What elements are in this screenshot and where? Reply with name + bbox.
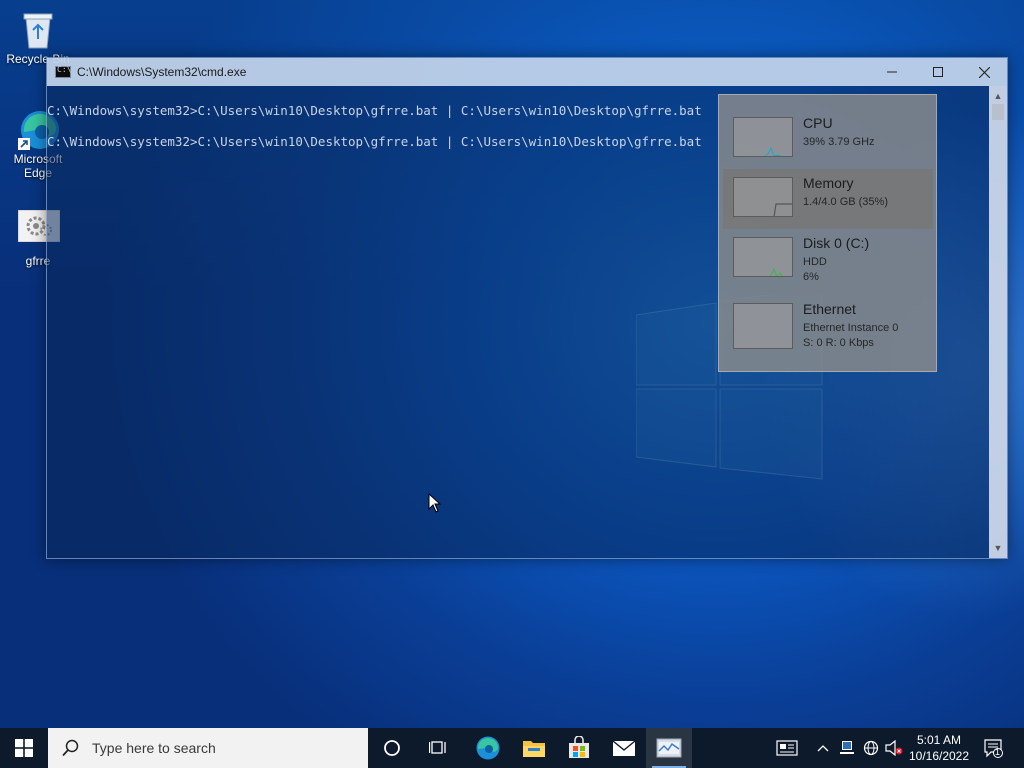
mouse-cursor-icon [428, 493, 442, 513]
perf-item-name: Disk 0 (C:) [803, 235, 870, 251]
network-icon [840, 741, 854, 754]
perf-item-detail: HDD [803, 256, 827, 268]
task-manager-icon [656, 738, 682, 758]
cmd-app-icon: C:\ [55, 65, 71, 78]
recycle-bin-icon [18, 8, 58, 49]
taskbar-search-box[interactable]: Type here to search [48, 728, 368, 768]
taskbar-task-manager-button[interactable] [646, 728, 692, 768]
cpu-graph [733, 117, 793, 157]
clock-date: 10/16/2022 [908, 749, 970, 763]
tray-language-button[interactable] [860, 728, 882, 768]
perf-item-name: Ethernet [803, 301, 856, 317]
language-icon [863, 740, 879, 756]
performance-panel: CPU 39% 3.79 GHz Memory 1.4/4.0 GB (35%)… [718, 94, 937, 372]
perf-item-name: CPU [803, 115, 833, 131]
ethernet-graph [733, 303, 793, 349]
perf-item-cpu[interactable]: CPU 39% 3.79 GHz [723, 109, 933, 169]
scroll-down-arrow-icon[interactable]: ▼ [989, 540, 1007, 556]
taskbar-mail-button[interactable] [601, 728, 647, 768]
perf-item-detail: 6% [803, 271, 819, 283]
perf-item-detail: S: 0 R: 0 Kbps [803, 337, 874, 349]
minimize-icon [887, 71, 897, 73]
notification-count-badge: 1 [995, 747, 1001, 757]
edge-icon [476, 736, 500, 760]
maximize-button[interactable] [915, 58, 961, 86]
task-view-icon [429, 741, 446, 754]
close-icon [978, 66, 990, 78]
microsoft-store-icon [569, 736, 589, 758]
show-hidden-icons-button[interactable] [812, 728, 834, 768]
perf-item-disk[interactable]: Disk 0 (C:) HDD 6% [723, 229, 933, 289]
taskbar: Type here to search 5:01 AM 10/16/2022 1 [0, 728, 1024, 768]
cmd-titlebar[interactable]: C:\ C:\Windows\System32\cmd.exe [47, 58, 1007, 86]
taskbar-clock[interactable]: 5:01 AM 10/16/2022 [904, 732, 974, 764]
mail-icon [612, 740, 636, 756]
task-view-button[interactable] [416, 728, 462, 768]
volume-muted-icon [885, 740, 903, 756]
taskbar-file-explorer-button[interactable] [511, 728, 557, 768]
perf-item-memory[interactable]: Memory 1.4/4.0 GB (35%) [723, 169, 933, 229]
tray-news-button[interactable] [772, 728, 802, 768]
cortana-icon [384, 740, 400, 756]
scroll-up-arrow-icon[interactable]: ▲ [989, 88, 1007, 104]
scrollbar-thumb[interactable] [992, 104, 1004, 120]
search-icon [62, 739, 79, 757]
clock-time: 5:01 AM [916, 733, 962, 747]
search-placeholder: Type here to search [92, 740, 216, 756]
tray-network-button[interactable] [836, 728, 858, 768]
close-button[interactable] [961, 58, 1007, 86]
cortana-button[interactable] [369, 728, 415, 768]
news-icon [776, 740, 798, 756]
file-explorer-icon [523, 741, 545, 757]
perf-item-detail: 39% 3.79 GHz [803, 136, 875, 148]
tray-volume-button[interactable] [883, 728, 905, 768]
vertical-scrollbar[interactable]: ▲ ▼ [989, 86, 1007, 558]
minimize-button[interactable] [869, 58, 915, 86]
action-center-button[interactable]: 1 [978, 728, 1008, 768]
taskbar-store-button[interactable] [556, 728, 602, 768]
windows-start-icon [15, 739, 33, 757]
window-title: C:\Windows\System32\cmd.exe [77, 65, 247, 79]
perf-item-ethernet[interactable]: Ethernet Ethernet Instance 0 S: 0 R: 0 K… [723, 295, 933, 355]
memory-graph [733, 177, 793, 217]
perf-item-name: Memory [803, 175, 854, 191]
maximize-icon [933, 67, 943, 77]
chevron-up-icon [817, 745, 829, 752]
disk-graph [733, 237, 793, 277]
perf-item-detail: 1.4/4.0 GB (35%) [803, 196, 888, 208]
start-button[interactable] [0, 728, 48, 768]
perf-item-detail: Ethernet Instance 0 [803, 322, 899, 334]
taskbar-edge-button[interactable] [465, 728, 511, 768]
